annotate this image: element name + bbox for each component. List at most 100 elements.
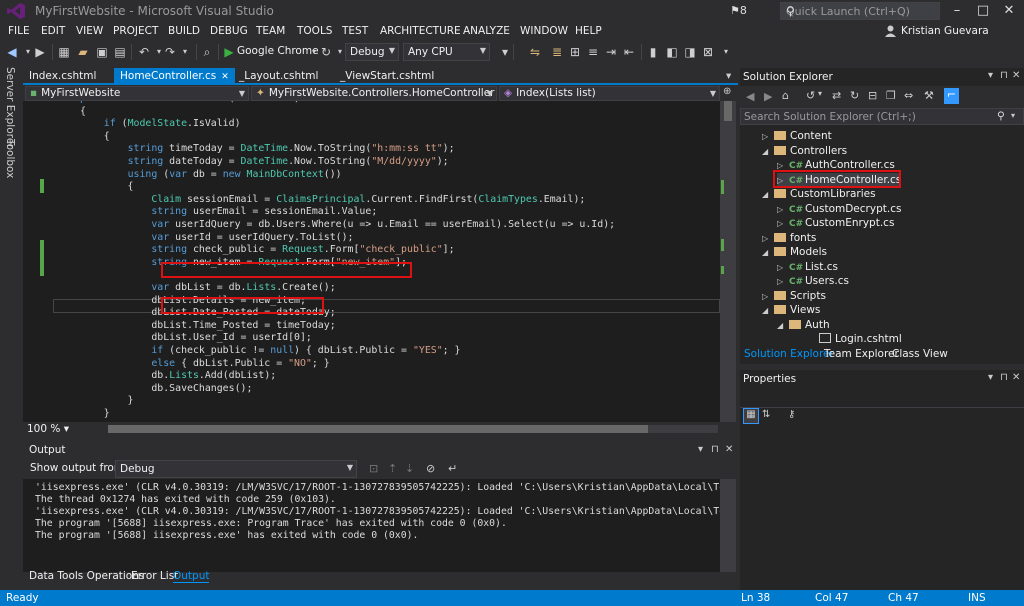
find-message-icon[interactable]: ⊡ xyxy=(369,462,378,475)
solution-configuration-dropdown[interactable]: Debug ▼ xyxy=(345,43,399,61)
expand-arrow-icon[interactable]: ▷ xyxy=(777,217,789,231)
tree-item-customenrypt-cs[interactable]: ▷ C# CustomEnrypt.cs xyxy=(777,216,894,230)
minimize-button[interactable]: – xyxy=(944,2,970,20)
class-dropdown[interactable]: ✦ MyFirstWebsite.Controllers.HomeControll… xyxy=(251,86,497,101)
pin-icon[interactable]: ⊓ xyxy=(711,444,719,455)
redo-dropdown-icon[interactable]: ▾ xyxy=(177,44,193,60)
options-dropdown-icon[interactable]: ▾ xyxy=(988,372,993,383)
project-dropdown[interactable]: ▪ MyFirstWebsite ▼ xyxy=(25,86,249,101)
tree-item-scripts[interactable]: ▷ Scripts xyxy=(762,289,826,303)
tree-item-fonts[interactable]: ▷ fonts xyxy=(762,231,816,245)
outdent-icon[interactable]: ⇤ xyxy=(621,44,637,60)
uncomment-icon[interactable]: ≡ xyxy=(585,44,601,60)
undo-icon[interactable]: ↶ xyxy=(136,44,152,60)
back-icon[interactable]: ◀ xyxy=(4,44,20,60)
collapse-arrow-icon[interactable]: ◢ xyxy=(762,188,774,202)
solution-platform-dropdown[interactable]: Any CPU ▼ xyxy=(403,43,490,61)
tab-error-list[interactable]: Error List xyxy=(131,570,178,582)
tab-viewstart-cshtml[interactable]: _ViewStart.cshtml xyxy=(334,68,440,85)
forward-icon[interactable]: ▶ xyxy=(764,90,772,103)
user-avatar-icon[interactable] xyxy=(885,25,896,37)
tree-item-models[interactable]: ◢ Models xyxy=(762,245,827,259)
notifications-flag[interactable]: ⚑8 xyxy=(730,4,747,17)
property-pages-icon[interactable]: ⚷ xyxy=(788,409,795,420)
pin-icon[interactable]: ⊓ xyxy=(1000,70,1008,81)
close-output-icon[interactable]: ✕ xyxy=(725,444,733,455)
editor-vertical-scrollbar[interactable] xyxy=(720,101,736,422)
server-explorer-tab[interactable]: Server Explorer xyxy=(4,67,16,149)
pending-dropdown-icon[interactable]: ▾ xyxy=(818,89,822,98)
word-wrap-icon[interactable]: ↵ xyxy=(448,462,457,475)
clear-bookmarks-icon[interactable]: ⊠ xyxy=(700,44,716,60)
user-name[interactable]: Kristian Guevara xyxy=(901,25,989,37)
view-code-icon[interactable]: ⇔ xyxy=(904,89,913,102)
bookmark-icon[interactable]: ⊞ xyxy=(567,44,583,60)
output-options-icon[interactable]: ▾ xyxy=(698,444,703,455)
properties-icon[interactable]: ⚒ xyxy=(924,89,934,102)
find-icon[interactable]: ⌕ xyxy=(199,44,215,60)
toolbar-options-icon[interactable]: ▾ xyxy=(718,44,734,60)
tab-solution-explorer[interactable]: Solution Explorer xyxy=(744,348,834,360)
indent-icon[interactable]: ⇥ xyxy=(603,44,619,60)
menu-project[interactable]: PROJECT xyxy=(113,25,158,37)
expand-arrow-icon[interactable]: ▷ xyxy=(777,275,789,289)
menu-tools[interactable]: TOOLS xyxy=(297,25,332,37)
save-all-icon[interactable]: ▤ xyxy=(112,44,128,60)
expand-arrow-icon[interactable]: ▷ xyxy=(777,203,789,217)
horizontal-scrollbar[interactable] xyxy=(108,425,718,433)
collapse-arrow-icon[interactable]: ◢ xyxy=(762,304,774,318)
menu-analyze[interactable]: ANALYZE xyxy=(463,25,510,37)
collapse-all-icon[interactable]: ⊟ xyxy=(868,89,877,102)
redo-icon[interactable]: ↷ xyxy=(162,44,178,60)
menu-architecture[interactable]: ARCHITECTURE xyxy=(380,25,461,37)
back-icon[interactable]: ◀ xyxy=(746,90,754,103)
collapse-arrow-icon[interactable]: ◢ xyxy=(762,145,774,159)
next-bookmark-icon[interactable]: ◨ xyxy=(682,44,698,60)
tab-team-explorer[interactable]: Team Explorer xyxy=(824,348,899,360)
close-tab-icon[interactable]: ✕ xyxy=(221,72,229,82)
menu-edit[interactable]: EDIT xyxy=(41,25,65,37)
tree-item-views[interactable]: ◢ Views xyxy=(762,303,820,317)
menu-build[interactable]: BUILD xyxy=(168,25,200,37)
show-all-files-icon[interactable]: ❐ xyxy=(886,89,896,102)
menu-window[interactable]: WINDOW xyxy=(520,25,568,37)
sync-icon[interactable]: ⇄ xyxy=(832,89,841,102)
alphabetical-icon[interactable]: ⇅ xyxy=(762,409,770,420)
menu-file[interactable]: FILE xyxy=(8,25,30,37)
output-text-area[interactable]: 'iisexpress.exe' (CLR v4.0.30319: /LM/W3… xyxy=(23,479,720,572)
scroll-thumb[interactable] xyxy=(108,425,648,433)
tab-index-cshtml[interactable]: Index.cshtml xyxy=(23,68,102,85)
tree-item-auth[interactable]: ◢ Auth xyxy=(777,318,830,332)
home-icon[interactable]: ⌂ xyxy=(782,89,789,102)
menu-view[interactable]: VIEW xyxy=(76,25,103,37)
tree-item-users-cs[interactable]: ▷ C# Users.cs xyxy=(777,274,849,288)
browser-link-icon[interactable]: ⇋ xyxy=(527,44,543,60)
expand-arrow-icon[interactable]: ▷ xyxy=(762,290,774,304)
tree-item-controllers[interactable]: ◢ Controllers xyxy=(762,144,847,158)
bookmark-toggle-icon[interactable]: ▮ xyxy=(645,44,661,60)
menu-team[interactable]: TEAM xyxy=(256,25,285,37)
tree-item-content[interactable]: ▷ Content xyxy=(762,129,832,143)
zoom-level[interactable]: 100 % ▾ xyxy=(27,423,69,435)
solution-search-input[interactable]: Search Solution Explorer (Ctrl+;) ⚲ ▾ xyxy=(740,108,1024,125)
previous-message-icon[interactable]: ⇡ xyxy=(388,462,397,475)
toolbox-tab[interactable]: Toolbox xyxy=(4,139,16,178)
tab-output[interactable]: Output xyxy=(173,570,210,583)
comment-icon[interactable]: ≣ xyxy=(549,44,565,60)
menu-test[interactable]: TEST xyxy=(342,25,368,37)
expand-arrow-icon[interactable]: ▷ xyxy=(777,261,789,275)
maximize-button[interactable]: □ xyxy=(970,2,996,20)
refresh-icon[interactable]: ↻ xyxy=(850,89,859,102)
menu-debug[interactable]: DEBUG xyxy=(210,25,248,37)
menu-help[interactable]: HELP xyxy=(575,25,602,37)
tree-item-customdecrypt-cs[interactable]: ▷ C# CustomDecrypt.cs xyxy=(777,202,901,216)
preview-selected-icon[interactable]: ⌐ xyxy=(944,88,959,104)
collapse-arrow-icon[interactable]: ◢ xyxy=(762,246,774,260)
open-file-icon[interactable]: ▰ xyxy=(75,44,91,60)
output-vertical-scrollbar[interactable] xyxy=(720,479,736,572)
tab-data-tools-operations[interactable]: Data Tools Operations xyxy=(29,570,144,582)
quick-launch-input[interactable]: Quick Launch (Ctrl+Q) ⚲ xyxy=(780,2,940,20)
forward-icon[interactable]: ▶ xyxy=(32,44,48,60)
pin-icon[interactable]: ⊓ xyxy=(1000,372,1008,383)
tree-item-customlibraries[interactable]: ◢ CustomLibraries xyxy=(762,187,876,201)
